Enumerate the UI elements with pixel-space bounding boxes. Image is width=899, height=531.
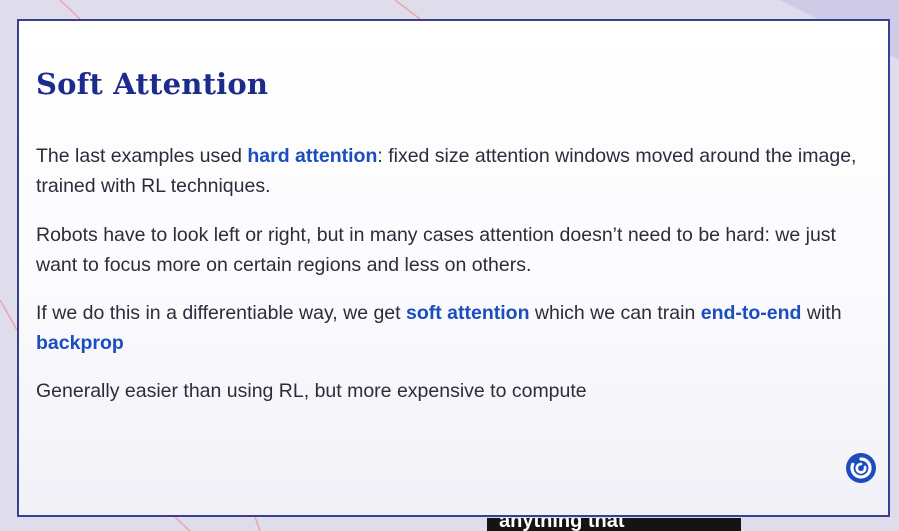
paragraph-robots: Robots have to look left or right, but i… (36, 220, 866, 280)
highlight-backprop: backprop (36, 332, 124, 354)
highlight-end-to-end: end-to-end (700, 302, 802, 324)
paragraph-text: The last examples used (36, 145, 248, 167)
paragraph-text: Robots have to look left or right, but i… (36, 224, 836, 276)
highlight-soft-attention: soft attention (406, 302, 530, 324)
video-caption: anything that (487, 518, 741, 531)
paragraph-tradeoff: Generally easier than using RL, but more… (36, 376, 866, 406)
paragraph-text: If we do this in a differentiable way, w… (36, 302, 406, 324)
paragraph-text: with (801, 302, 842, 324)
caption-text: anything that (499, 518, 625, 531)
paragraph-text: Generally easier than using RL, but more… (36, 380, 587, 402)
paragraph-hard-attention: The last examples used hard attention: f… (36, 141, 866, 201)
paragraph-soft-attention: If we do this in a differentiable way, w… (36, 298, 866, 358)
deepmind-logo-icon (846, 453, 876, 483)
paragraph-text: which we can train (529, 302, 701, 324)
highlight-hard-attention: hard attention (247, 145, 378, 167)
slide-title: Soft Attention (36, 67, 269, 101)
slide: Soft Attention The last examples used ha… (17, 19, 890, 517)
